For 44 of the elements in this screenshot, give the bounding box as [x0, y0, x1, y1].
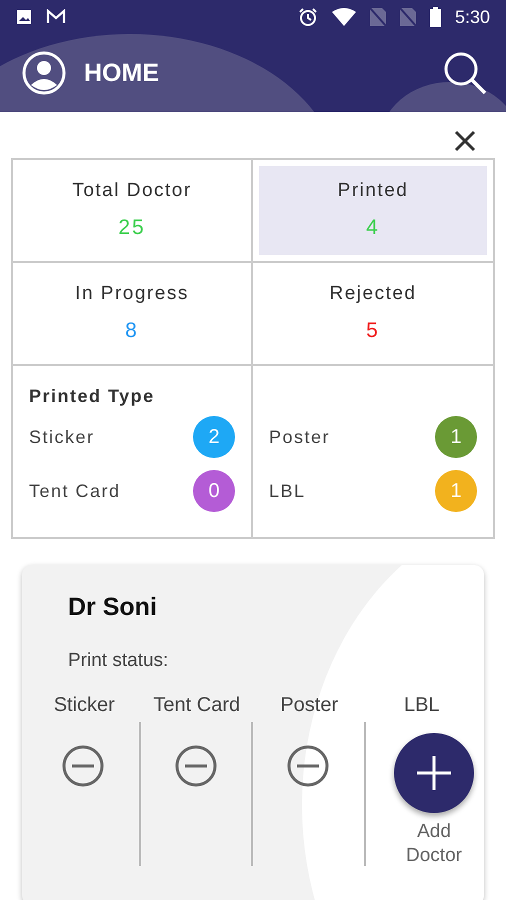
stat-tile[interactable]: Rejected 5 [259, 269, 487, 358]
minus-circle-icon [174, 744, 218, 788]
stat-tile[interactable]: In Progress 8 [19, 269, 245, 358]
status-label: Print status: [67, 649, 170, 672]
plus-icon [415, 754, 453, 792]
type-label: Sticker [29, 426, 95, 448]
close-icon[interactable] [454, 130, 476, 152]
type-label: Poster [269, 426, 330, 448]
app-title: HOME [84, 58, 160, 88]
section-title: Printed Type [29, 386, 156, 408]
count-badge: 1 [435, 416, 477, 458]
column-label: LBL [404, 694, 440, 718]
stat-label: Total Doctor [72, 180, 192, 202]
signal-icon [400, 8, 416, 26]
stat-value: 8 [125, 319, 139, 343]
profile-icon[interactable] [22, 51, 66, 95]
doctor-name: Dr Soni [67, 593, 158, 622]
type-label: Tent Card [29, 480, 121, 502]
stat-label: Printed [338, 180, 408, 202]
stat-tile[interactable]: Printed 4 [259, 166, 487, 255]
column-label: Poster [280, 694, 338, 718]
battery-icon [430, 7, 441, 27]
count-badge: 1 [435, 470, 477, 512]
column-label: Tent Card [153, 694, 240, 718]
alarm-icon [298, 7, 318, 27]
search-icon[interactable] [442, 50, 488, 96]
column-label: Sticker [54, 694, 115, 718]
minus-circle-icon [61, 744, 106, 788]
stat-label: Rejected [330, 283, 416, 305]
stat-tile[interactable]: Total Doctor 25 [19, 166, 245, 255]
wifi-icon [332, 8, 356, 26]
stat-value: 25 [118, 216, 146, 240]
count-badge: 0 [193, 470, 235, 512]
status-time: 5:30 [454, 6, 490, 28]
minus-circle-icon [286, 744, 330, 788]
type-label: LBL [269, 480, 306, 502]
stat-value: 5 [366, 319, 380, 343]
count-badge: 2 [193, 416, 235, 458]
stat-label: In Progress [75, 283, 189, 305]
stat-value: 4 [366, 216, 380, 240]
mail-icon [46, 9, 66, 25]
signal-icon [370, 8, 386, 26]
add-label: Add Doctor [405, 820, 463, 868]
gallery-icon [16, 9, 32, 25]
